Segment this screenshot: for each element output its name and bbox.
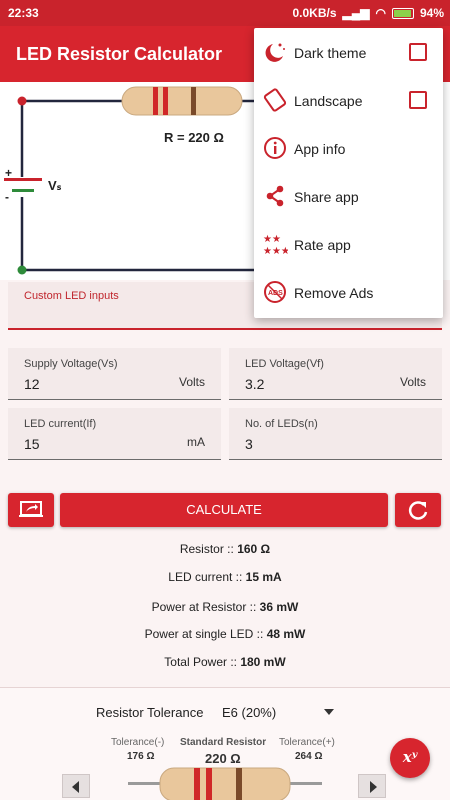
battery-percent: 94% <box>419 6 444 20</box>
num-leds-label: No. of LEDs(n) <box>245 418 318 430</box>
result-power-led-label: Power at single LED :: <box>144 627 267 641</box>
status-icons: 0.0KB/s ▂▄▆ ◠ 94% <box>292 6 444 20</box>
previous-button[interactable] <box>62 774 90 798</box>
led-voltage-unit: Volts <box>399 375 426 389</box>
next-button[interactable] <box>358 774 386 798</box>
tolerance-section: Resistor Tolerance E6 (20%) Tolerance(-)… <box>0 687 450 800</box>
menu-item-label: Rate app <box>294 237 351 253</box>
result-resistor: Resistor :: 160 Ω <box>0 542 450 556</box>
result-resistor-label: Resistor :: <box>179 542 238 556</box>
menu-item-label: App info <box>294 141 346 157</box>
chevron-down-icon[interactable] <box>324 709 334 715</box>
landscape-checkbox[interactable] <box>409 91 427 109</box>
supply-voltage-field[interactable]: Supply Voltage(Vs) 12 Volts <box>8 348 221 400</box>
menu-item-label: Share app <box>294 189 359 205</box>
rotate-screen-icon <box>263 88 287 112</box>
led-current-unit: mA <box>187 435 205 449</box>
network-speed: 0.0KB/s <box>292 6 337 20</box>
result-power-resistor: Power at Resistor :: 36 mW <box>0 600 450 614</box>
menu-item-remove-ads[interactable]: ADS Remove Ads <box>254 268 443 316</box>
app-title: LED Resistor Calculator <box>16 44 223 64</box>
wifi-icon: ◠ <box>375 6 386 20</box>
result-power-resistor-label: Power at Resistor :: <box>151 600 260 614</box>
wire-left-lower <box>20 197 258 272</box>
power-calc-fab[interactable]: xʸ <box>390 738 430 778</box>
dark-theme-checkbox[interactable] <box>409 43 427 61</box>
num-leds-value[interactable]: 3 <box>245 436 253 452</box>
status-bar: 22:33 0.0KB/s ▂▄▆ ◠ 94% <box>0 0 450 26</box>
minus-sign: - <box>5 190 9 204</box>
result-power-resistor-value: 36 mW <box>259 600 299 614</box>
menu-item-app-info[interactable]: App info <box>254 124 443 172</box>
menu-item-label: Dark theme <box>294 45 367 61</box>
share-icon <box>266 185 284 207</box>
supply-voltage-unit: Volts <box>178 375 205 389</box>
moon-stars-icon <box>265 43 285 62</box>
led-voltage-value[interactable]: 3.2 <box>245 376 264 392</box>
standard-resistor-icon <box>128 767 322 800</box>
menu-item-label: Remove Ads <box>294 285 374 301</box>
result-led-current-label: LED current :: <box>168 570 246 584</box>
standard-resistor-value: 220 Ω <box>205 751 241 766</box>
plus-sign: + <box>5 166 13 180</box>
source-label: Vₛ <box>48 178 62 193</box>
export-button[interactable] <box>8 493 54 527</box>
standard-resistor-label: Standard Resistor <box>180 737 267 748</box>
status-time: 22:33 <box>8 6 39 20</box>
svg-text:★★: ★★ <box>263 234 281 245</box>
led-voltage-label: LED Voltage(Vf) <box>245 358 324 370</box>
calculate-button[interactable]: CALCULATE <box>60 493 388 527</box>
battery-minus-plate <box>12 189 34 192</box>
svg-text:★★★: ★★★ <box>263 246 288 257</box>
signal-icon: ▂▄▆ <box>342 6 370 20</box>
result-led-current: LED current :: 15 mA <box>0 570 450 584</box>
custom-led-inputs-label: Custom LED inputs <box>24 290 119 302</box>
resistor-value-label: R = 220 Ω <box>164 130 224 145</box>
tolerance-select[interactable]: E6 (20%) <box>222 705 276 720</box>
battery-icon <box>391 7 414 19</box>
menu-item-landscape[interactable]: Landscape <box>254 76 443 124</box>
reset-button[interactable] <box>395 493 441 527</box>
result-total-power-label: Total Power :: <box>164 655 241 669</box>
overflow-menu: Dark theme Landscape App info Share app … <box>254 28 443 318</box>
led-current-value[interactable]: 15 <box>24 436 40 452</box>
info-icon <box>264 137 286 159</box>
menu-item-share-app[interactable]: Share app <box>254 172 443 220</box>
led-current-label: LED current(If) <box>24 418 97 430</box>
supply-voltage-value[interactable]: 12 <box>24 376 40 392</box>
result-power-led-value: 48 mW <box>266 627 306 641</box>
chevron-left-icon <box>72 781 79 793</box>
supply-voltage-label: Supply Voltage(Vs) <box>24 358 118 370</box>
no-ads-icon: ADS <box>264 281 286 303</box>
tolerance-minus-value: 176 Ω <box>127 751 155 762</box>
menu-item-label: Landscape <box>294 93 363 109</box>
refresh-icon <box>408 501 428 520</box>
led-voltage-field[interactable]: LED Voltage(Vf) 3.2 Volts <box>229 348 442 400</box>
stars-icon: ★★ ★★★ <box>263 234 288 257</box>
resistor-icon <box>121 86 243 116</box>
result-total-power: Total Power :: 180 mW <box>0 655 450 669</box>
num-leds-field[interactable]: No. of LEDs(n) 3 <box>229 408 442 460</box>
tolerance-row: Resistor Tolerance E6 (20%) <box>96 705 334 720</box>
chevron-right-icon <box>370 781 377 793</box>
node-bottom <box>17 265 27 275</box>
menu-item-rate-app[interactable]: ★★ ★★★ Rate app <box>254 220 443 268</box>
led-current-field[interactable]: LED current(If) 15 mA <box>8 408 221 460</box>
tolerance-label: Resistor Tolerance <box>96 705 204 720</box>
result-resistor-value: 160 Ω <box>237 542 271 556</box>
tolerance-minus-label: Tolerance(-) <box>111 737 165 748</box>
result-power-led: Power at single LED :: 48 mW <box>0 627 450 641</box>
result-led-current-value: 15 mA <box>245 570 282 584</box>
tolerance-plus-label: Tolerance(+) <box>279 737 335 748</box>
node-top <box>17 96 27 106</box>
result-total-power-value: 180 mW <box>240 655 286 669</box>
tolerance-plus-value: 264 Ω <box>295 751 323 762</box>
menu-item-dark-theme[interactable]: Dark theme <box>254 28 443 76</box>
export-screen-icon <box>19 501 43 517</box>
